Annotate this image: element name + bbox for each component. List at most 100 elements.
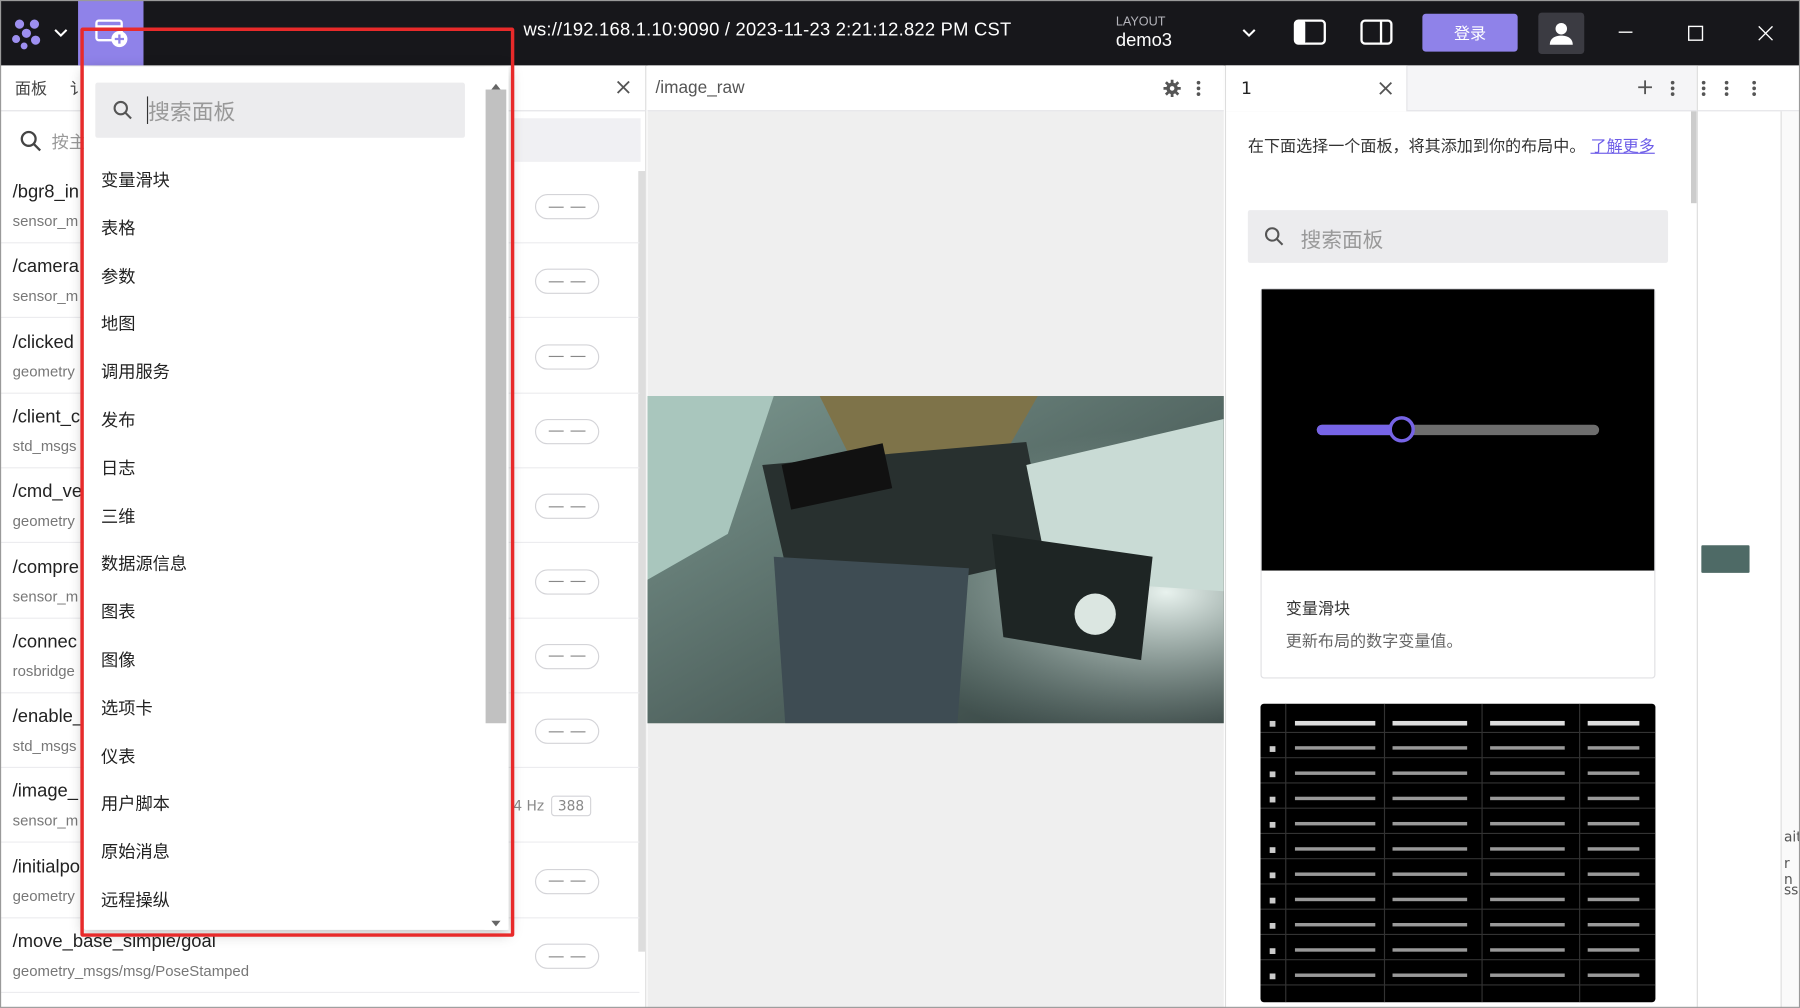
panel-option[interactable]: 调用服务 bbox=[101, 360, 170, 384]
topic-type: geometry bbox=[12, 512, 75, 530]
user-account-button[interactable] bbox=[1538, 12, 1585, 54]
panel-option[interactable]: 发布 bbox=[101, 408, 135, 432]
panel-search-input[interactable]: 搜索面板 bbox=[1301, 224, 1384, 254]
search-icon bbox=[20, 130, 41, 152]
table-cell-line bbox=[1294, 922, 1376, 927]
panel-option[interactable]: 地图 bbox=[101, 312, 135, 336]
panel-option[interactable]: 远程操纵 bbox=[101, 887, 170, 911]
panel-option[interactable]: 数据源信息 bbox=[101, 551, 187, 575]
dash-icon bbox=[548, 730, 564, 732]
dash-icon bbox=[548, 281, 564, 283]
table-cell-line bbox=[1587, 821, 1640, 826]
close-window-icon[interactable] bbox=[1756, 24, 1774, 47]
topic-name: /client_c bbox=[12, 407, 81, 427]
topic-name: /move_base_simple/goal bbox=[12, 932, 216, 952]
tab-label: 1 bbox=[1240, 78, 1252, 99]
toggle-right-sidebar-icon[interactable] bbox=[1359, 18, 1393, 50]
dropdown-search[interactable]: 搜索面板 bbox=[95, 82, 465, 138]
panel-option[interactable]: 仪表 bbox=[101, 743, 135, 767]
topic-type: sensor_m bbox=[12, 212, 79, 230]
scroll-down-arrow-icon[interactable] bbox=[490, 912, 501, 934]
topic-name: /compre bbox=[12, 557, 79, 577]
topic-message-count: 388 bbox=[550, 796, 592, 817]
panel-option[interactable]: 变量滑块 bbox=[101, 168, 170, 192]
dash-icon bbox=[570, 206, 586, 208]
dash-icon bbox=[570, 580, 586, 583]
topic-stats bbox=[534, 568, 600, 595]
table-cell-line bbox=[1294, 872, 1376, 876]
learn-more-link[interactable]: 了解更多 bbox=[1591, 138, 1655, 156]
app-menu-button[interactable] bbox=[0, 0, 78, 65]
table-cell-line bbox=[1490, 771, 1565, 775]
maximize-icon[interactable] bbox=[1686, 24, 1704, 47]
dash-icon bbox=[548, 655, 564, 657]
topic-frequency: 4 Hz bbox=[513, 798, 545, 815]
table-cell-line bbox=[1587, 897, 1640, 902]
panel-card-table[interactable] bbox=[1260, 703, 1656, 1003]
scroll-up-arrow-icon[interactable] bbox=[490, 73, 501, 95]
topic-name: /enable_ bbox=[12, 707, 84, 727]
topic-search-input[interactable]: 按主 bbox=[52, 130, 86, 154]
user-icon bbox=[1549, 22, 1573, 45]
panel-option[interactable]: 选项卡 bbox=[101, 695, 153, 719]
close-icon[interactable] bbox=[614, 78, 632, 101]
table-cell-line bbox=[1490, 872, 1565, 876]
connection-status: ws://192.168.1.10:9090 / 2023-11-23 2:21… bbox=[523, 20, 1012, 41]
add-tab-icon[interactable] bbox=[1637, 78, 1653, 100]
dash-icon bbox=[570, 730, 586, 732]
panel-search[interactable]: 搜索面板 bbox=[1247, 210, 1669, 263]
gear-icon[interactable] bbox=[1163, 79, 1181, 102]
panel-option[interactable]: 三维 bbox=[101, 504, 135, 528]
dash-icon bbox=[548, 206, 564, 208]
panel-option[interactable]: 表格 bbox=[101, 216, 135, 240]
add-panel-icon bbox=[94, 18, 127, 47]
panel-option[interactable]: 图像 bbox=[101, 647, 135, 671]
table-cell-line bbox=[1490, 948, 1565, 952]
close-icon[interactable] bbox=[1378, 79, 1394, 101]
scrollbar-thumb[interactable] bbox=[485, 89, 507, 724]
table-cell-line bbox=[1587, 922, 1640, 927]
layout-name[interactable]: demo3 bbox=[1116, 31, 1172, 52]
variable-slider-preview bbox=[1261, 289, 1655, 571]
table-cell-line bbox=[1294, 720, 1376, 726]
minimize-icon[interactable] bbox=[1616, 23, 1634, 46]
more-options-icon[interactable] bbox=[1669, 79, 1676, 102]
tab-panels[interactable]: 面板 bbox=[15, 77, 47, 100]
table-bullet bbox=[1269, 973, 1276, 980]
more-options-icon[interactable] bbox=[1751, 79, 1758, 97]
toggle-left-sidebar-icon[interactable] bbox=[1293, 18, 1327, 50]
more-options-icon[interactable] bbox=[1723, 79, 1730, 97]
table-cell-line bbox=[1392, 948, 1468, 952]
panel-option[interactable]: 图表 bbox=[101, 599, 135, 623]
table-cell-line bbox=[1587, 872, 1640, 876]
table-cell-line bbox=[1587, 847, 1640, 851]
panel-option[interactable]: 用户脚本 bbox=[101, 791, 170, 815]
topic-name: /image_ bbox=[12, 782, 78, 802]
panel-option[interactable]: 参数 bbox=[101, 264, 135, 288]
topic-stats bbox=[534, 268, 600, 295]
table-bullet bbox=[1269, 922, 1276, 929]
more-options-icon[interactable] bbox=[1700, 79, 1707, 97]
dash-icon bbox=[570, 281, 586, 283]
image-panel-title[interactable]: /image_raw bbox=[656, 78, 745, 98]
dropdown-search-input[interactable]: 搜索面板 bbox=[148, 95, 235, 126]
layout-dropdown-chevron-icon[interactable] bbox=[1240, 23, 1258, 46]
search-icon bbox=[113, 100, 132, 120]
table-cell-line bbox=[1392, 922, 1468, 927]
table-cell-line bbox=[1392, 897, 1468, 902]
panel-option[interactable]: 原始消息 bbox=[101, 839, 170, 863]
add-panel-button[interactable] bbox=[78, 0, 144, 66]
table-cell-line bbox=[1587, 746, 1640, 750]
tab-1[interactable]: 1 bbox=[1226, 65, 1408, 112]
topic-name: /bgr8_in bbox=[12, 182, 80, 203]
table-bullet bbox=[1269, 720, 1276, 727]
sidebar-intro: 在下面选择一个面板，将其添加到你的布局中。 了解更多 bbox=[1248, 134, 1661, 160]
panel-card-variable-slider[interactable]: 变量滑块 更新布局的数字变量值。 bbox=[1260, 288, 1656, 679]
table-cell-line bbox=[1392, 872, 1468, 876]
panel-option[interactable]: 日志 bbox=[101, 456, 135, 480]
table-cell-line bbox=[1392, 771, 1468, 775]
more-options-icon[interactable] bbox=[1195, 79, 1202, 102]
login-button[interactable]: 登录 bbox=[1422, 13, 1518, 52]
topic-stats bbox=[534, 418, 600, 445]
app-window: ws://192.168.1.10:9090 / 2023-11-23 2:21… bbox=[0, 0, 1800, 1008]
